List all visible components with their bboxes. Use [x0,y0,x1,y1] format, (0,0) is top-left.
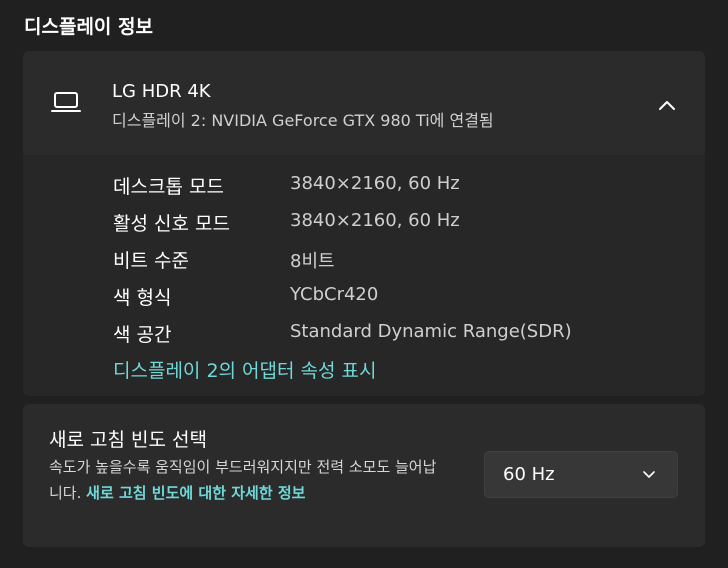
detail-label-bit-depth: 비트 수준 [113,250,189,272]
refresh-rate-dropdown[interactable]: 60 Hz [484,451,678,498]
detail-label-color-format: 색 형식 [113,287,172,309]
detail-value-active-signal-mode: 3840×2160, 60 Hz [290,210,460,231]
detail-label-active-signal-mode: 활성 신호 모드 [113,213,230,235]
chevron-up-icon [659,101,675,110]
display-name: LG HDR 4K [112,81,211,102]
detail-value-desktop-mode: 3840×2160, 60 Hz [290,173,460,194]
section-title: 디스플레이 정보 [24,16,153,38]
detail-value-color-format: YCbCr420 [290,284,379,305]
detail-label-color-space: 색 공간 [113,324,172,346]
display-connection: 디스플레이 2: NVIDIA GeForce GTX 980 Ti에 연결됨 [112,111,494,130]
chevron-down-icon [643,471,655,478]
detail-value-color-space: Standard Dynamic Range(SDR) [290,321,572,342]
refresh-rate-selected-value: 60 Hz [503,464,555,485]
laptop-icon [51,92,81,112]
refresh-rate-title: 새로 고침 빈도 선택 [49,429,207,451]
display-header-card[interactable] [23,51,705,155]
display-info-page: 디스플레이 정보 LG HDR 4K 디스플레이 2: NVIDIA GeFor… [0,0,728,568]
collapse-button[interactable] [650,88,684,122]
detail-value-bit-depth: 8비트 [290,251,335,272]
refresh-rate-learn-more-link[interactable]: 새로 고침 빈도에 대한 자세한 정보 [86,484,305,502]
detail-label-desktop-mode: 데스크톱 모드 [113,176,224,198]
refresh-rate-description: 속도가 높을수록 움직임이 부드러워지지만 전력 소모도 늘어납니다. 새로 고… [49,454,449,506]
adapter-properties-link[interactable]: 디스플레이 2의 어댑터 속성 표시 [113,356,377,383]
